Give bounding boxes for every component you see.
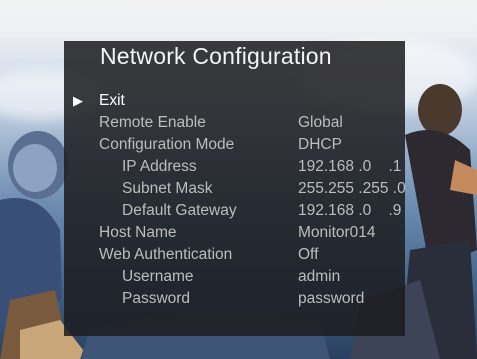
- menu-item-value: DHCP: [298, 136, 342, 153]
- menu-item-value: 192.168 .0 .1: [298, 158, 402, 175]
- menu-item-value: Monitor014: [298, 224, 376, 241]
- menu-item-password[interactable]: Password password: [64, 288, 405, 310]
- osd-menu-panel: Network Configuration ▶ Exit Remote Enab…: [64, 41, 406, 336]
- menu-item-label: Host Name: [99, 224, 177, 241]
- menu-item-ip-address[interactable]: IP Address 192.168 .0 .1: [64, 156, 405, 178]
- menu-title: Network Configuration: [100, 43, 332, 69]
- menu-item-label: Exit: [99, 92, 125, 109]
- menu-item-web-authentication[interactable]: Web Authentication Off: [64, 244, 405, 266]
- menu-item-value: 192.168 .0 .9: [298, 202, 402, 219]
- menu-item-value: Off: [298, 246, 319, 263]
- menu-item-label: Default Gateway: [122, 202, 237, 219]
- menu-item-default-gateway[interactable]: Default Gateway 192.168 .0 .9: [64, 200, 405, 222]
- selection-cursor-icon: ▶: [73, 93, 83, 108]
- menu-item-exit[interactable]: ▶ Exit: [64, 90, 405, 112]
- menu-item-value: 255.255 .255 .0: [298, 180, 406, 197]
- menu-item-configuration-mode[interactable]: Configuration Mode DHCP: [64, 134, 405, 156]
- menu-item-label: Password: [122, 290, 191, 307]
- menu-item-label: Username: [122, 268, 194, 285]
- menu-item-label: IP Address: [122, 158, 197, 175]
- menu-item-username[interactable]: Username admin: [64, 266, 405, 288]
- menu-item-value: admin: [298, 268, 341, 285]
- menu-item-remote-enable[interactable]: Remote Enable Global: [64, 112, 405, 134]
- menu-item-label: Subnet Mask: [122, 180, 213, 197]
- menu-item-value: password: [298, 290, 365, 307]
- menu-item-label: Configuration Mode: [99, 136, 235, 153]
- menu-item-label: Remote Enable: [99, 114, 206, 131]
- menu-item-value: Global: [298, 114, 343, 131]
- menu-item-label: Web Authentication: [99, 246, 233, 263]
- menu-item-host-name[interactable]: Host Name Monitor014: [64, 222, 405, 244]
- network-menu-list: ▶ Exit Remote Enable Global Configuratio…: [64, 90, 406, 310]
- menu-item-subnet-mask[interactable]: Subnet Mask 255.255 .255 .0: [64, 178, 406, 200]
